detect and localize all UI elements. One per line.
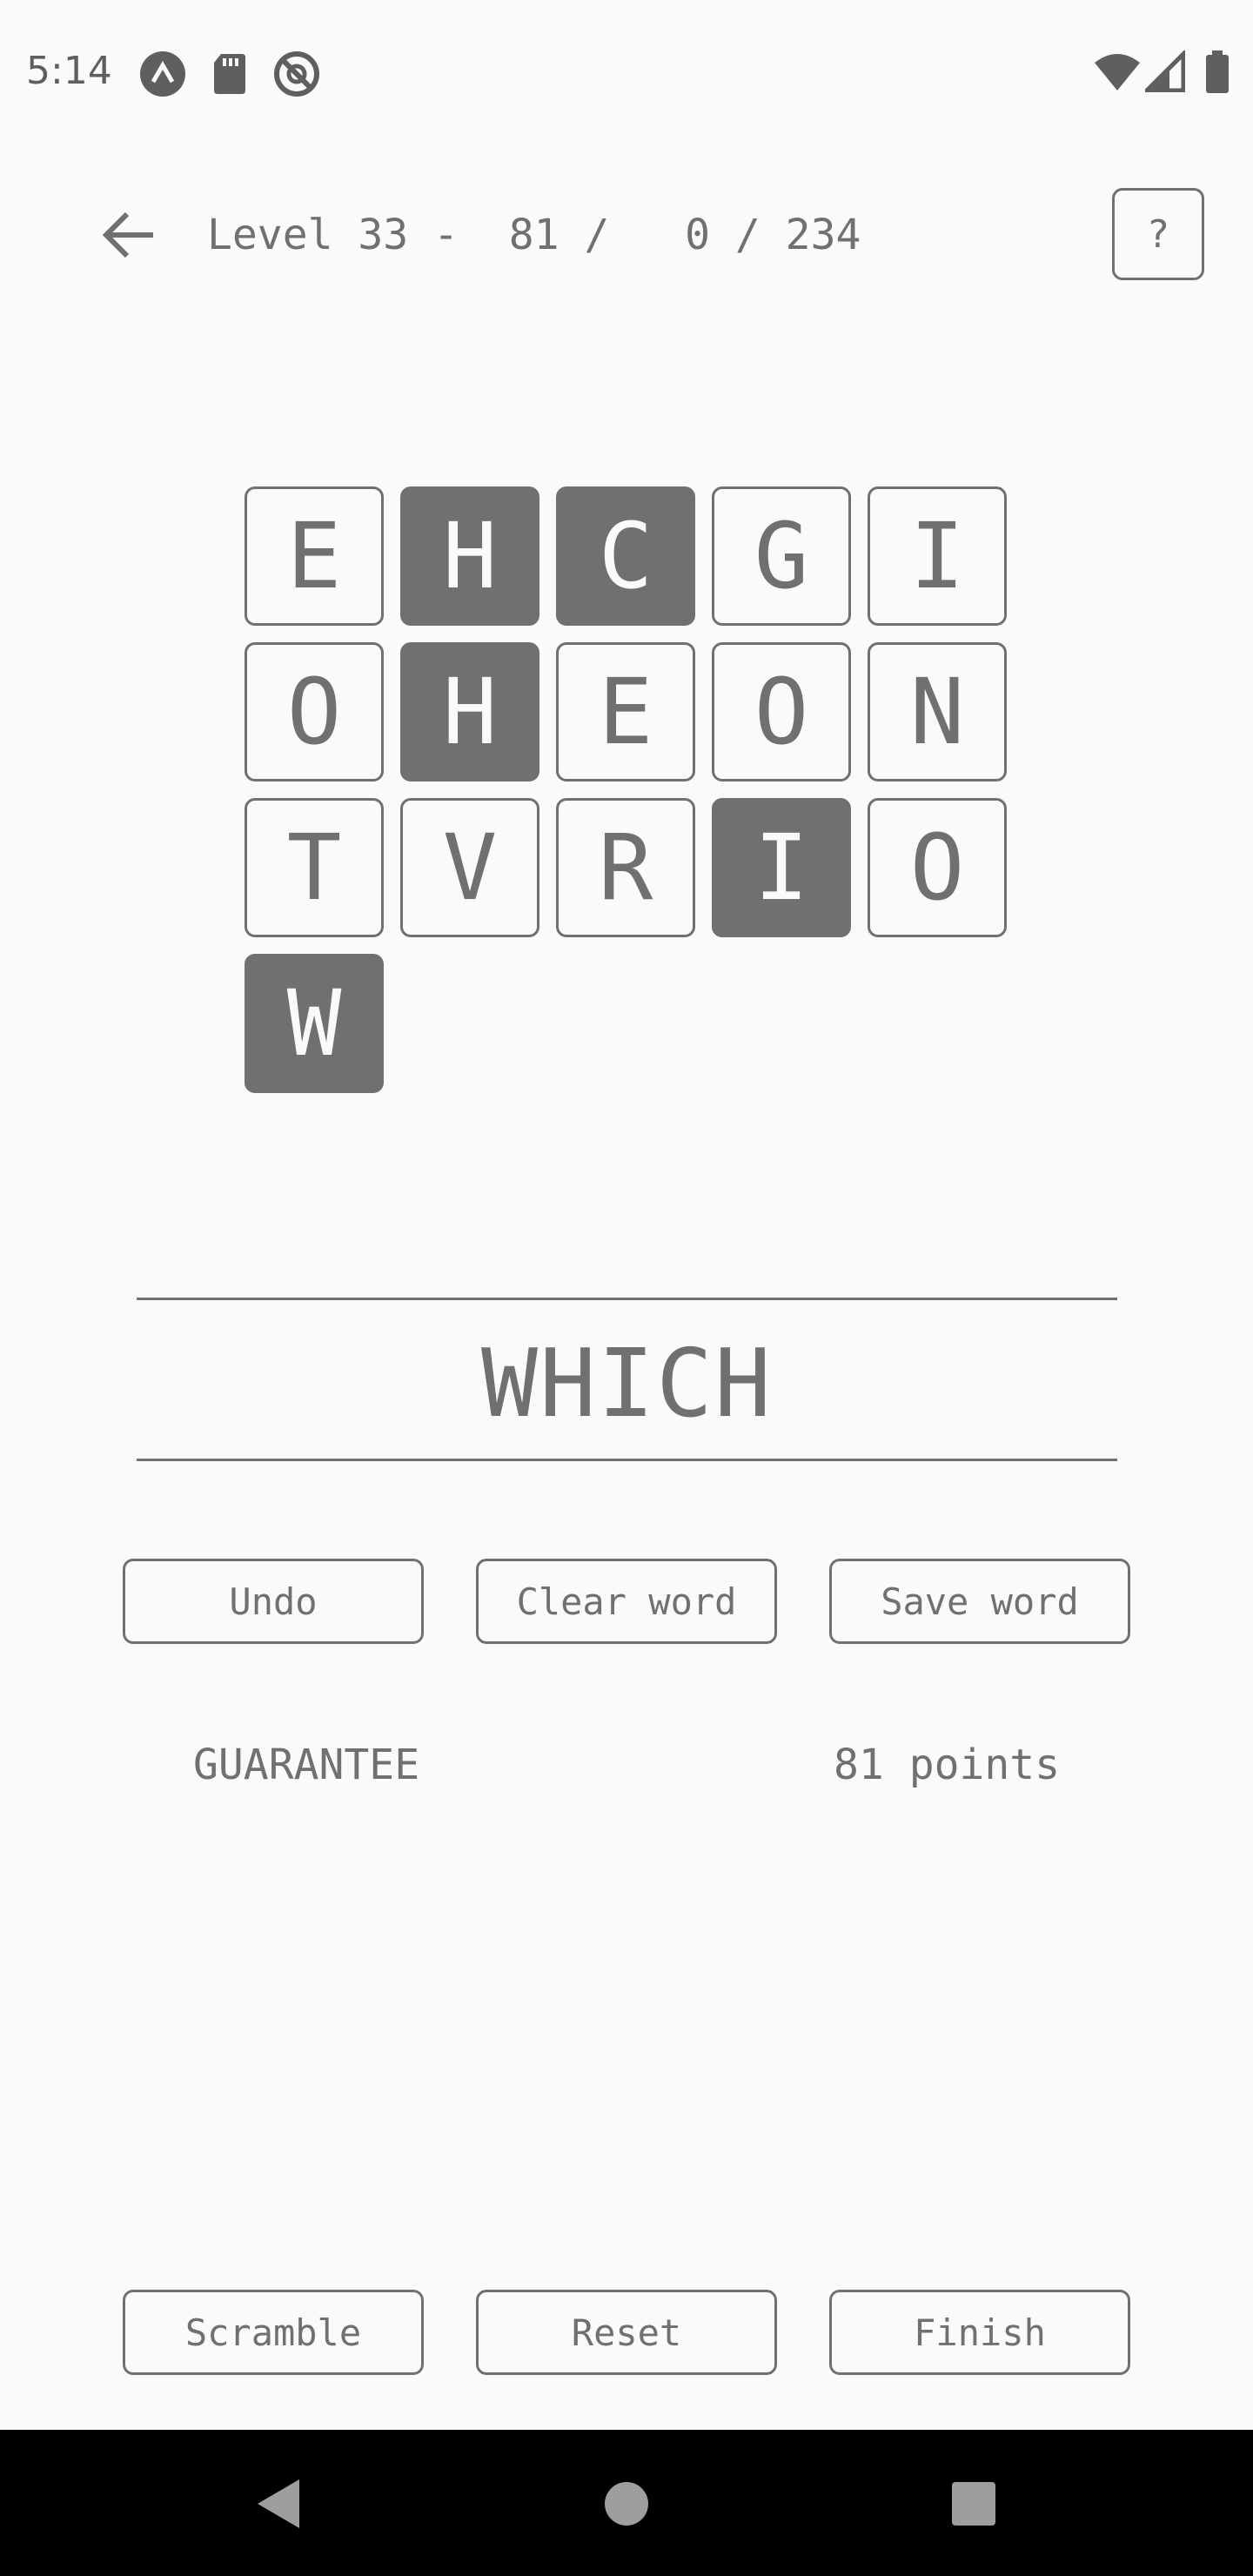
letter-tile[interactable]: E [245, 486, 384, 626]
letter-tile[interactable]: E [556, 642, 695, 782]
wifi-icon [1093, 50, 1142, 96]
clear-word-button[interactable]: Clear word [476, 1559, 777, 1644]
letter-tile[interactable]: H [400, 642, 539, 782]
letter-tile[interactable]: O [245, 642, 384, 782]
triangle-back-icon [258, 2479, 299, 2528]
finish-button[interactable]: Finish [829, 2290, 1130, 2375]
app-a-icon [139, 50, 186, 101]
square-recents-icon [952, 2482, 995, 2526]
arrow-left-icon [102, 211, 153, 258]
current-word: WHICH [480, 1329, 774, 1439]
level-progress-text: Level 33 - 81 / 0 / 234 [207, 211, 861, 259]
letter-tile[interactable]: O [712, 642, 851, 782]
letter-tile[interactable]: T [245, 798, 384, 937]
letter-tile[interactable]: I [712, 798, 851, 937]
status-bar: 5:14 [0, 0, 1253, 148]
help-button[interactable]: ? [1112, 188, 1204, 280]
saved-points: 81 points [834, 1741, 1061, 1789]
letter-tile[interactable]: R [556, 798, 695, 937]
letter-tile[interactable]: N [868, 642, 1007, 782]
nav-home-button[interactable] [587, 2465, 666, 2543]
word-bottom-line [137, 1459, 1117, 1461]
letter-tile[interactable]: H [400, 486, 539, 626]
circle-home-icon [605, 2482, 648, 2526]
saved-word: GUARANTEE [193, 1741, 420, 1789]
navigation-bar [0, 2430, 1253, 2576]
battery-icon [1204, 50, 1230, 97]
sd-card-icon [212, 50, 247, 101]
word-top-line [137, 1298, 1117, 1300]
letter-tile[interactable]: G [712, 486, 851, 626]
scramble-button[interactable]: Scramble [123, 2290, 424, 2375]
reset-button[interactable]: Reset [476, 2290, 777, 2375]
nav-recents-button[interactable] [935, 2465, 1013, 2543]
back-button[interactable] [94, 200, 164, 270]
cell-signal-icon [1141, 48, 1186, 96]
undo-button[interactable]: Undo [123, 1559, 424, 1644]
blocked-icon [273, 50, 320, 101]
save-word-button[interactable]: Save word [829, 1559, 1130, 1644]
status-time: 5:14 [26, 49, 112, 93]
letter-tile[interactable]: C [556, 486, 695, 626]
nav-back-button[interactable] [239, 2465, 318, 2543]
letter-tile[interactable]: O [868, 798, 1007, 937]
letter-tile[interactable]: W [245, 954, 384, 1093]
letter-tile[interactable]: V [400, 798, 539, 937]
letter-tile[interactable]: I [868, 486, 1007, 626]
